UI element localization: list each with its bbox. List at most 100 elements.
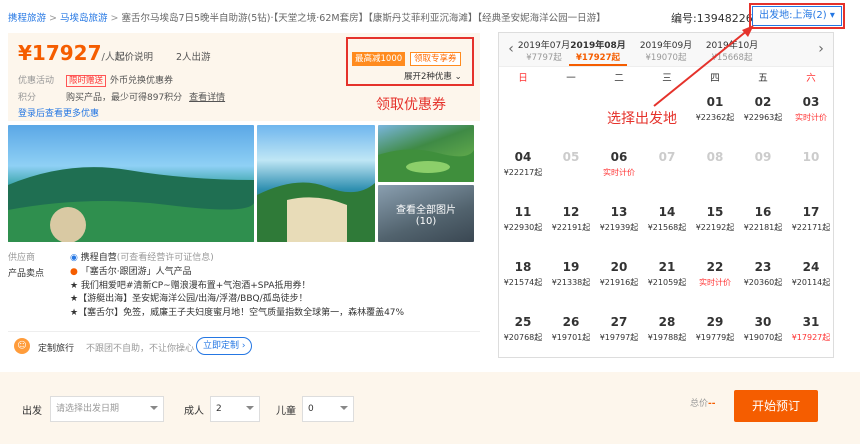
day-price: ¥21916起 [599, 278, 639, 287]
calendar-day[interactable]: 30 ¥19070起 [739, 309, 787, 364]
day-price: ¥20114起 [791, 278, 831, 287]
day-price: ¥19779起 [695, 333, 735, 342]
chevron-down-icon [150, 406, 158, 410]
feature-item-3: ★【塞舌尔】免签，威廉王子夫妇度蜜月地！空气质量指数全球第一，森林覆盖47% [70, 307, 405, 318]
day-number: 24 [802, 260, 820, 274]
view-all-photos-button[interactable]: 查看全部图片 (10) [378, 185, 474, 242]
day-number: 14 [658, 205, 676, 219]
calendar-day[interactable]: 24 ¥20114起 [787, 254, 835, 309]
photo-main[interactable] [8, 125, 254, 242]
day-price: ¥19070起 [743, 333, 783, 342]
promo-tag: 限时赠送 [66, 75, 107, 87]
points-detail-link[interactable]: 查看详情 [189, 93, 225, 103]
day-number: 04 [514, 150, 532, 164]
calendar-day[interactable]: 17 ¥22171起 [787, 199, 835, 254]
photo-2[interactable] [257, 125, 375, 242]
weekday-header: 日 [518, 73, 528, 84]
day-number: 11 [514, 205, 532, 219]
day-number: 15 [706, 205, 724, 219]
calendar-day[interactable]: 25 ¥20768起 [499, 309, 547, 364]
next-month-icon[interactable]: › [809, 33, 833, 67]
day-price: ¥22362起 [695, 113, 735, 122]
calendar-day[interactable]: 06 实时计价 [595, 144, 643, 199]
day-number: 23 [754, 260, 772, 274]
day-price: ¥22217起 [503, 168, 543, 177]
calendar-day[interactable]: 31 ¥17927起 [787, 309, 835, 364]
start-booking-button[interactable]: 开始预订 [734, 390, 818, 422]
day-number: 20 [610, 260, 628, 274]
promo-row: 优惠活动 限时赠送 外币兑换优惠券 [18, 75, 174, 87]
day-number: 07 [658, 150, 676, 164]
coupon-annotation: 领取优惠券 [376, 97, 446, 113]
calendar-day[interactable]: 14 ¥21568起 [643, 199, 691, 254]
day-number: 21 [658, 260, 676, 274]
calendar-day[interactable]: 26 ¥19701起 [547, 309, 595, 364]
adult-count-select[interactable]: 2 [210, 396, 260, 422]
day-number: 27 [610, 315, 628, 329]
day-price: ¥22191起 [551, 223, 591, 232]
month-tab-jul[interactable]: 2019年07月 ¥7797起 [515, 38, 573, 63]
expand-offers-toggle[interactable]: 展开2种优惠 ⌄ [404, 70, 462, 82]
day-number: 17 [802, 205, 820, 219]
claim-coupon-button[interactable]: 领取专享券 [410, 52, 461, 66]
calendar-day[interactable]: 22 实时计价 [691, 254, 739, 309]
day-price: ¥21939起 [599, 223, 639, 232]
login-hint-link[interactable]: 登录后查看更多优惠 [18, 106, 99, 119]
calendar-day[interactable]: 18 ¥21574起 [499, 254, 547, 309]
license-link[interactable]: (可查看经营许可证信息) [117, 253, 214, 263]
price-explain-link[interactable]: 起价说明 [115, 49, 153, 63]
day-number: 08 [706, 150, 724, 164]
day-price: ¥22171起 [791, 223, 831, 232]
feature-item-1: ★ 我们相爱吧#清新CP~赠浪漫布置+气泡酒+SPA抵用券！ [70, 280, 311, 291]
calendar-day[interactable]: 19 ¥21338起 [547, 254, 595, 309]
custom-now-button[interactable]: 立即定制 › [196, 337, 253, 355]
calendar-day[interactable]: 20 ¥21916起 [595, 254, 643, 309]
child-count-select[interactable]: 0 [302, 396, 354, 422]
calendar-day[interactable]: 13 ¥21939起 [595, 199, 643, 254]
depart-date-select[interactable]: 请选择出发日期 [50, 396, 164, 422]
day-price: ¥20768起 [503, 333, 543, 342]
weekday-header: 一 [566, 73, 576, 84]
photo-3[interactable] [378, 125, 474, 182]
booking-bar: 出发 请选择出发日期 成人 2 儿童 0 总价-- 开始预订 [0, 372, 860, 444]
calendar-day: 07 [643, 144, 691, 199]
calendar-day[interactable]: 11 ¥22930起 [499, 199, 547, 254]
day-price: ¥22930起 [503, 223, 543, 232]
day-price: ¥22181起 [743, 223, 783, 232]
day-number: 26 [562, 315, 580, 329]
calendar-day[interactable]: 27 ¥19797起 [595, 309, 643, 364]
day-number: 28 [658, 315, 676, 329]
flame-icon: ● [70, 267, 78, 277]
calendar-day[interactable]: 28 ¥19788起 [643, 309, 691, 364]
day-price: ¥19788起 [647, 333, 687, 342]
calendar-day: 10 [787, 144, 835, 199]
people-count: 2人出游 [176, 52, 211, 63]
calendar-day[interactable]: 04 ¥22217起 [499, 144, 547, 199]
day-number: 30 [754, 315, 772, 329]
day-number: 06 [610, 150, 628, 164]
day-number: 10 [802, 150, 820, 164]
calendar-day[interactable]: 16 ¥22181起 [739, 199, 787, 254]
departure-highlight-box [749, 3, 845, 29]
day-price: 实时计价 [699, 278, 731, 287]
features-list: ● 「塞舌尔·跟团游」人气产品 ★ 我们相爱吧#清新CP~赠浪漫布置+气泡酒+S… [70, 266, 404, 320]
day-number: 25 [514, 315, 532, 329]
day-price: 实时计价 [795, 113, 827, 122]
breadcrumb-home-link[interactable]: 携程旅游 [8, 13, 46, 24]
weekday-header: 六 [806, 73, 816, 84]
calendar-day[interactable]: 29 ¥19779起 [691, 309, 739, 364]
calendar-day[interactable]: 21 ¥21059起 [643, 254, 691, 309]
day-number: 19 [562, 260, 580, 274]
month-tab-aug[interactable]: 2019年08月 ¥17927起 [569, 38, 627, 66]
calendar-day[interactable]: 15 ¥22192起 [691, 199, 739, 254]
day-price: ¥21568起 [647, 223, 687, 232]
breadcrumb-mahe-link[interactable]: 马埃岛旅游 [60, 13, 108, 24]
calendar-day: 08 [691, 144, 739, 199]
calendar-day[interactable]: 12 ¥22191起 [547, 199, 595, 254]
day-price: ¥20360起 [743, 278, 783, 287]
shield-icon: ◉ [70, 253, 78, 263]
calendar-day[interactable]: 03 实时计价 [787, 89, 835, 144]
day-number: 12 [562, 205, 580, 219]
calendar-day[interactable]: 23 ¥20360起 [739, 254, 787, 309]
calendar-day [499, 89, 547, 144]
